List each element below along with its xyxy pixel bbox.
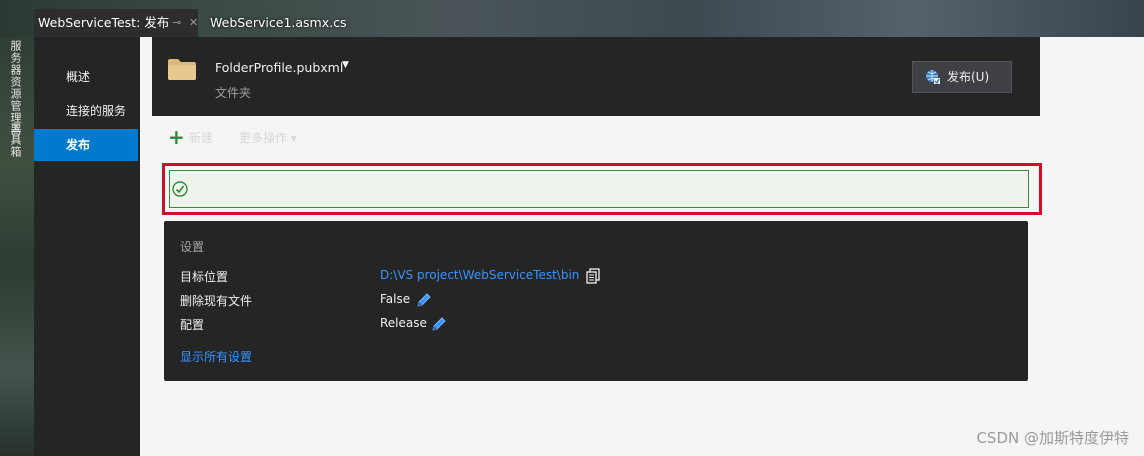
show-all-settings-link[interactable]: 显示所有设置 xyxy=(180,348,252,365)
publish-button-label: 发布(U) xyxy=(947,70,990,84)
more-actions-link[interactable]: 更多操作 ▾ xyxy=(239,129,297,146)
target-location-link[interactable]: D:\VS project\WebServiceTest\bin xyxy=(380,268,579,282)
nav-item-overview[interactable]: 概述 xyxy=(34,61,138,93)
tab-publish[interactable]: WebServiceTest: 发布 ⊸ ✕ xyxy=(34,9,198,37)
profile-card: FolderProfile.pubxml ▼ 文件夹 发布(U) xyxy=(152,37,1040,116)
watermark: CSDN @加斯特度伊特 xyxy=(976,429,1129,447)
profile-name[interactable]: FolderProfile.pubxml xyxy=(215,60,343,75)
delete-existing-label: 删除现有文件 xyxy=(180,294,253,308)
nav-item-publish[interactable]: 发布 xyxy=(34,129,138,161)
delete-existing-value: False xyxy=(380,292,411,306)
chevron-down-icon[interactable]: ▼ xyxy=(342,60,349,70)
publish-button[interactable]: 发布(U) xyxy=(912,61,1012,93)
configuration-label: 配置 xyxy=(180,318,205,332)
add-icon[interactable]: + xyxy=(168,125,185,149)
publish-globe-icon xyxy=(926,70,940,85)
edit-icon[interactable] xyxy=(430,315,448,333)
edit-icon[interactable] xyxy=(415,291,433,309)
copy-icon[interactable] xyxy=(585,268,601,284)
tab-asmx-cs[interactable]: WebService1.asmx.cs xyxy=(210,9,346,37)
publish-window: 概述 连接的服务 发布 FolderProfile.pubxml ▼ 文件夹 发… xyxy=(34,37,1144,456)
settings-title: 设置 xyxy=(180,240,205,254)
highlight-box xyxy=(162,163,1042,215)
pin-icon[interactable]: ⊸ xyxy=(172,9,181,37)
tab-publish-label: WebServiceTest: 发布 xyxy=(38,15,170,30)
publish-nav: 概述 连接的服务 发布 xyxy=(34,37,140,456)
settings-card: 设置 目标位置 D:\VS project\WebServiceTest\bin… xyxy=(164,221,1028,381)
profile-type: 文件夹 xyxy=(215,86,252,100)
target-location-label: 目标位置 xyxy=(180,270,229,284)
folder-icon xyxy=(168,59,196,80)
toolbox-tab[interactable]: 工具箱 xyxy=(9,122,23,158)
configuration-value: Release xyxy=(380,316,427,330)
new-profile-link[interactable]: 新建 xyxy=(189,129,213,146)
tab-asmx-cs-label: WebService1.asmx.cs xyxy=(210,15,347,30)
nav-item-connected-services[interactable]: 连接的服务 xyxy=(34,95,138,127)
close-icon[interactable]: ✕ xyxy=(189,9,198,37)
